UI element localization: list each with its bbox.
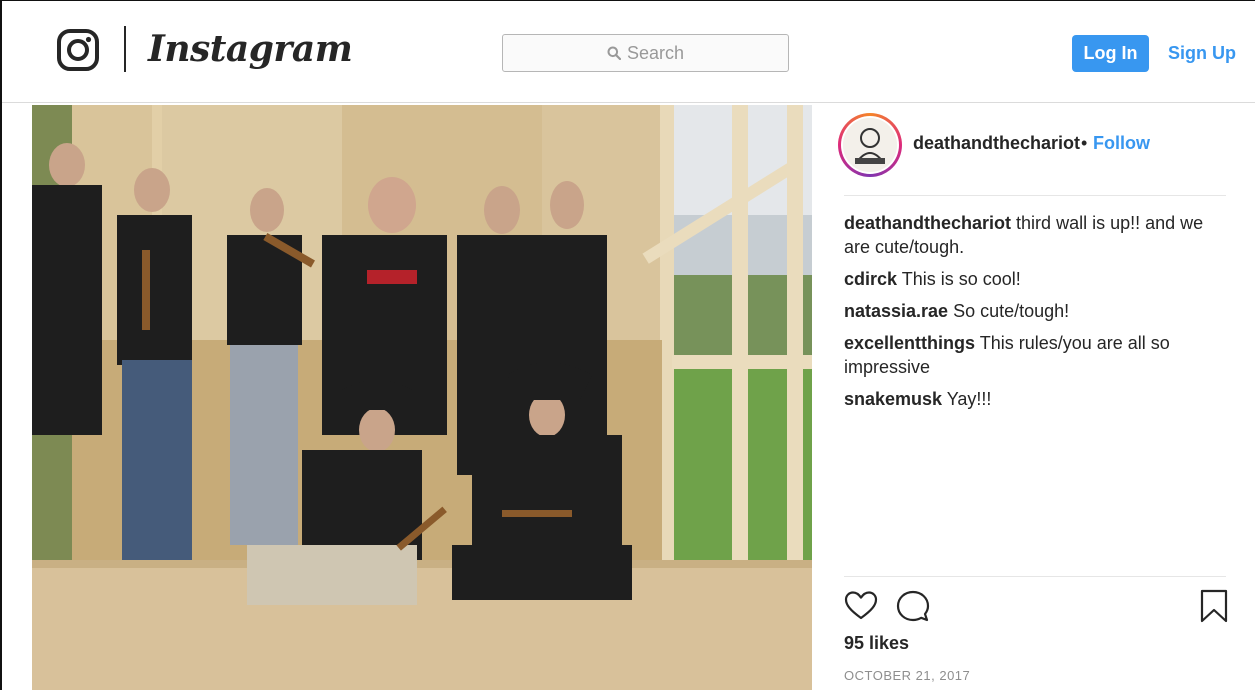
post-date[interactable]: OCTOBER 21, 2017 <box>844 668 970 683</box>
post-actions <box>844 589 1228 625</box>
comment-text: This is so cool! <box>901 269 1021 289</box>
bookmark-icon[interactable] <box>1197 589 1231 623</box>
follow-button[interactable]: Follow <box>1093 133 1150 154</box>
instagram-wordmark[interactable]: Instagram <box>148 26 353 74</box>
likes-count[interactable]: 95 likes <box>844 633 909 654</box>
search-placeholder: Search <box>626 42 685 63</box>
comment-text: So cute/tough! <box>953 301 1070 321</box>
divider <box>844 576 1226 577</box>
heart-icon[interactable] <box>844 589 878 623</box>
comment-bubble-icon[interactable] <box>896 589 930 623</box>
list-item: snakemusk Yay!!! <box>844 387 1226 411</box>
list-item: natassia.rae So cute/tough! <box>844 299 1226 323</box>
separator-dot: • <box>1081 133 1088 153</box>
comment-username[interactable]: excellentthings <box>844 333 975 353</box>
comment-username[interactable]: cdirck <box>844 269 897 289</box>
logo-divider <box>124 26 126 72</box>
login-button[interactable]: Log In <box>1072 35 1149 72</box>
group-photo-image <box>32 105 812 690</box>
top-nav: Instagram Search Log In Sign Up <box>2 1 1255 103</box>
signup-link[interactable]: Sign Up <box>1168 35 1236 72</box>
comment-username[interactable]: deathandthechariot <box>844 213 1011 233</box>
avatar-image <box>843 118 897 172</box>
avatar[interactable] <box>838 113 902 177</box>
comments-list: deathandthechariot third wall is up!! an… <box>844 211 1226 419</box>
list-item: excellentthings This rules/you are all s… <box>844 331 1226 379</box>
instagram-page: Instagram Search Log In Sign Up deathand… <box>0 0 1255 690</box>
search-icon <box>607 46 621 60</box>
instagram-camera-icon[interactable] <box>56 28 100 72</box>
post-header: deathandthechariot • Follow <box>838 113 1228 177</box>
search-input[interactable]: Search <box>502 34 789 72</box>
comment-username[interactable]: natassia.rae <box>844 301 948 321</box>
post-author-username[interactable]: deathandthechariot <box>913 133 1080 154</box>
list-item: deathandthechariot third wall is up!! an… <box>844 211 1226 259</box>
list-item: cdirck This is so cool! <box>844 267 1226 291</box>
comment-username[interactable]: snakemusk <box>844 389 942 409</box>
comment-text: Yay!!! <box>946 389 992 409</box>
divider <box>844 195 1226 196</box>
post-photo[interactable] <box>32 105 812 690</box>
